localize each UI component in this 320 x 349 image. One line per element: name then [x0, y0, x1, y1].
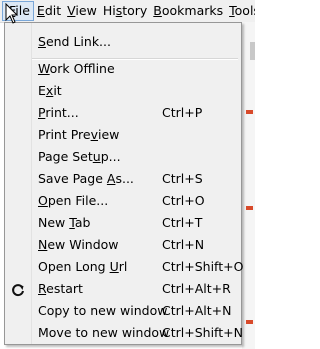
menu-view[interactable]: View: [64, 0, 100, 22]
menu-item-send-link[interactable]: Send Link...: [5, 31, 241, 53]
shortcut-label: Ctrl+Shift+N: [162, 325, 243, 340]
file-menu-dropdown: Send Link... Work Offline Exit Print... …: [4, 22, 244, 345]
menu-item-new-window[interactable]: New Window Ctrl+N: [5, 234, 241, 256]
mouse-cursor-icon: [5, 3, 19, 24]
menu-item-work-offline[interactable]: Work Offline: [5, 58, 241, 80]
menu-history[interactable]: History: [100, 0, 150, 22]
menu-item-restart[interactable]: Restart Ctrl+Alt+R: [5, 278, 241, 300]
menu-item-page-setup[interactable]: Page Setup...: [5, 146, 241, 168]
page-accent-mark: [246, 320, 253, 324]
menu-item-copy-to-new-window[interactable]: Copy to new window Ctrl+Alt+N: [5, 300, 241, 322]
menu-bar: File Edit View History Bookmarks Tools H…: [0, 0, 255, 23]
menu-item-print-preview[interactable]: Print Preview: [5, 124, 241, 146]
shortcut-label: Ctrl+N: [162, 237, 205, 252]
shortcut-label: Ctrl+P: [162, 105, 203, 120]
shortcut-label: Ctrl+O: [162, 193, 205, 208]
shortcut-label: Ctrl+Shift+O: [162, 259, 244, 274]
menu-item-move-to-new-window[interactable]: Move to new window Ctrl+Shift+N: [5, 322, 243, 344]
menu-item-save-page-as[interactable]: Save Page As... Ctrl+S: [5, 168, 241, 190]
menu-item-open-file[interactable]: Open File... Ctrl+O: [5, 190, 241, 212]
menu-item-new-tab[interactable]: New Tab Ctrl+T: [5, 212, 241, 234]
menu-edit[interactable]: Edit: [34, 0, 64, 22]
shortcut-label: Ctrl+T: [162, 215, 203, 230]
shortcut-label: Ctrl+Alt+N: [162, 303, 232, 318]
menu-item-exit[interactable]: Exit: [5, 80, 241, 102]
menu-item-print[interactable]: Print... Ctrl+P: [5, 102, 241, 124]
menu-item-open-long-url[interactable]: Open Long Url Ctrl+Shift+O: [5, 256, 244, 278]
menu-tools[interactable]: Tools: [226, 0, 255, 22]
page-edge: [242, 22, 255, 349]
page-accent-mark: [246, 206, 253, 210]
page-scroll-fragment: [250, 42, 255, 60]
restart-icon: [12, 284, 24, 297]
shortcut-label: Ctrl+S: [162, 171, 203, 186]
page-accent-mark: [246, 110, 253, 114]
shortcut-label: Ctrl+Alt+R: [162, 281, 231, 296]
menu-bookmarks[interactable]: Bookmarks: [150, 0, 226, 22]
